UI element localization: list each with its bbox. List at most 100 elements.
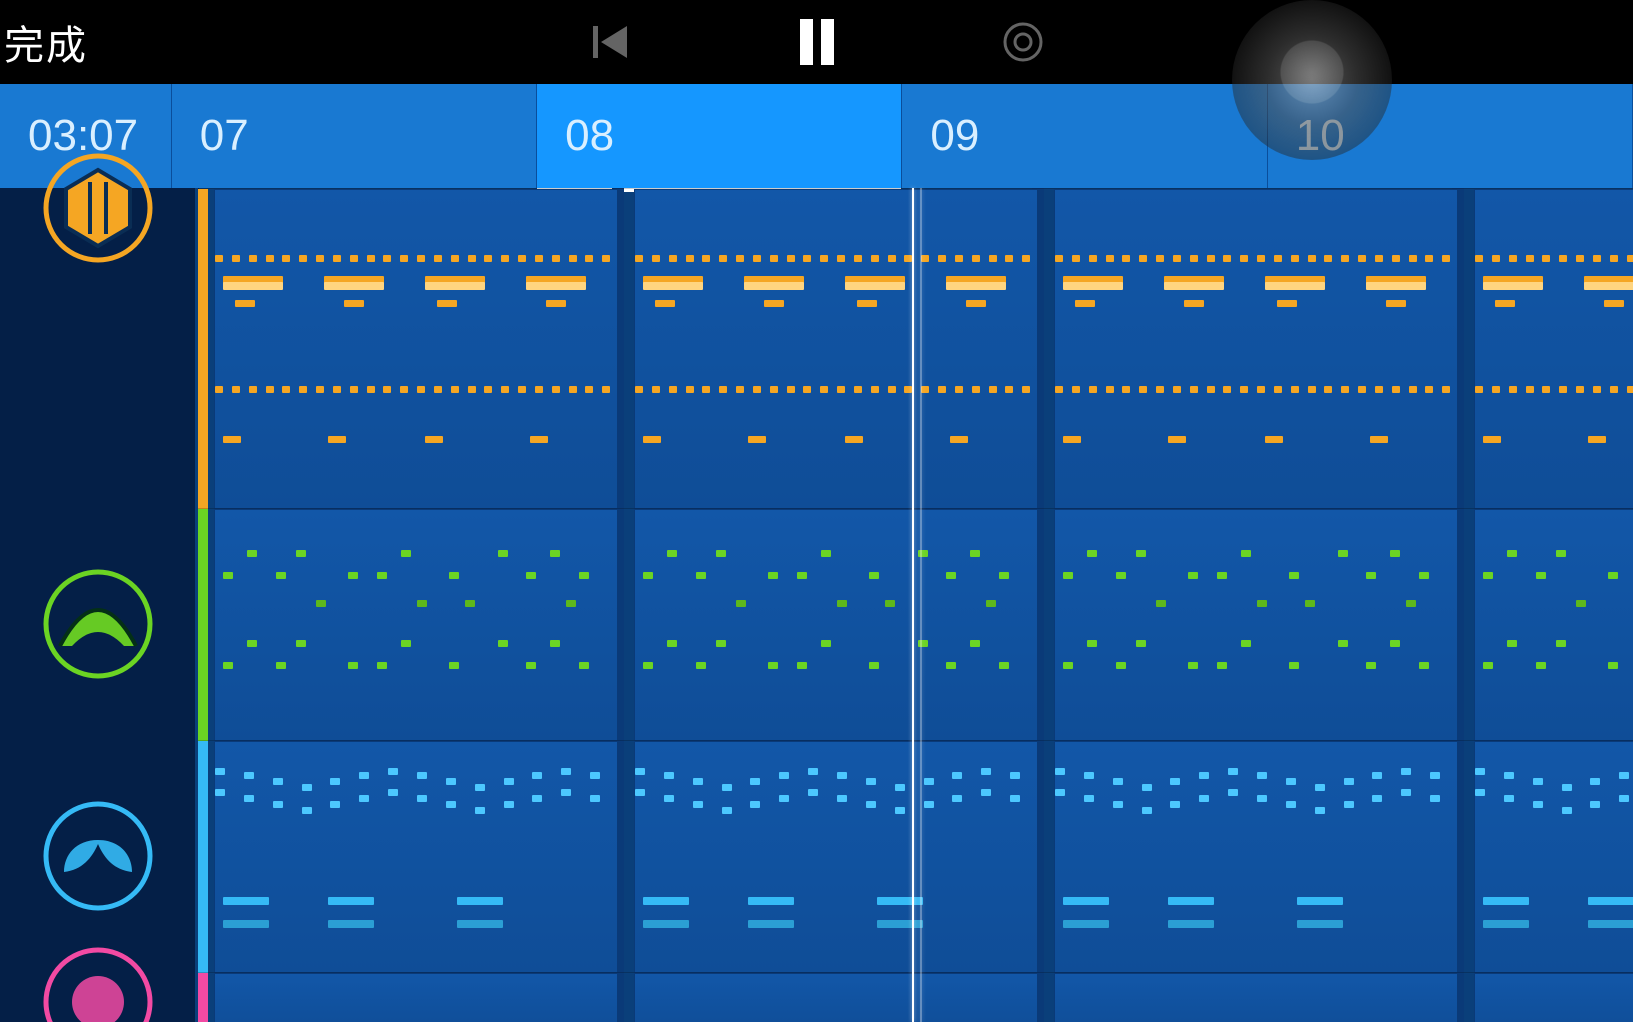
play-pause-button[interactable] bbox=[789, 14, 845, 70]
playhead[interactable] bbox=[912, 188, 914, 1022]
midi-note bbox=[1588, 920, 1633, 928]
midi-note bbox=[451, 255, 459, 262]
midi-note bbox=[686, 255, 694, 262]
midi-note bbox=[1156, 386, 1164, 393]
midi-note bbox=[1390, 550, 1400, 557]
midi-note bbox=[1063, 897, 1109, 905]
clip-region[interactable] bbox=[634, 189, 1038, 509]
record-button[interactable] bbox=[995, 14, 1051, 70]
midi-note bbox=[702, 386, 710, 393]
midi-note bbox=[367, 255, 375, 262]
midi-note bbox=[1430, 772, 1440, 779]
midi-note bbox=[585, 386, 593, 393]
midi-note bbox=[1492, 255, 1500, 262]
midi-note bbox=[1425, 255, 1433, 262]
midi-note bbox=[1536, 572, 1546, 579]
midi-note bbox=[273, 801, 283, 808]
midi-note bbox=[552, 386, 560, 393]
midi-note bbox=[750, 778, 760, 785]
midi-note bbox=[854, 255, 862, 262]
midi-note bbox=[316, 255, 324, 262]
midi-note bbox=[972, 255, 980, 262]
midi-note bbox=[955, 386, 963, 393]
clip-region[interactable] bbox=[1054, 509, 1458, 741]
midi-note bbox=[484, 255, 492, 262]
midi-note bbox=[1430, 795, 1440, 802]
midi-note bbox=[1425, 386, 1433, 393]
midi-note bbox=[1608, 662, 1618, 669]
clip-region[interactable] bbox=[1054, 973, 1458, 1022]
lane-vox[interactable] bbox=[198, 972, 1633, 1022]
midi-note bbox=[561, 768, 571, 775]
midi-note bbox=[719, 386, 727, 393]
midi-note bbox=[1593, 255, 1601, 262]
midi-note bbox=[1390, 640, 1400, 647]
midi-note bbox=[1055, 255, 1063, 262]
clip-region[interactable] bbox=[214, 741, 618, 973]
clip-region[interactable] bbox=[214, 509, 618, 741]
midi-note bbox=[696, 572, 706, 579]
bar-cell-09[interactable]: 09 bbox=[902, 84, 1267, 188]
midi-note bbox=[866, 801, 876, 808]
midi-note bbox=[667, 640, 677, 647]
midi-note bbox=[235, 300, 255, 307]
midi-note bbox=[1576, 600, 1586, 607]
midi-note bbox=[1588, 436, 1606, 443]
midi-note bbox=[585, 255, 593, 262]
midi-note bbox=[821, 640, 831, 647]
midi-note bbox=[1207, 255, 1215, 262]
midi-note bbox=[223, 572, 233, 579]
clip-region[interactable] bbox=[634, 509, 1038, 741]
track-header-column bbox=[0, 188, 198, 1022]
track-header-pad[interactable] bbox=[0, 740, 195, 972]
clip-region[interactable] bbox=[1054, 741, 1458, 973]
clip-region[interactable] bbox=[634, 973, 1038, 1022]
midi-note bbox=[877, 920, 923, 928]
arrangement-lanes[interactable] bbox=[198, 188, 1633, 1022]
midi-note bbox=[643, 920, 689, 928]
done-button[interactable]: 完成 bbox=[0, 13, 88, 71]
midi-note bbox=[1139, 386, 1147, 393]
midi-note bbox=[1184, 300, 1204, 307]
midi-note bbox=[1063, 436, 1081, 443]
midi-note bbox=[1305, 600, 1315, 607]
assistive-touch-button[interactable] bbox=[1232, 0, 1392, 160]
midi-note bbox=[468, 255, 476, 262]
midi-note bbox=[837, 795, 847, 802]
track-header-vox[interactable] bbox=[0, 972, 195, 1022]
midi-note bbox=[1588, 897, 1633, 905]
bar-cell-08[interactable]: 08 bbox=[537, 84, 902, 188]
midi-note bbox=[744, 282, 804, 290]
midi-note bbox=[296, 640, 306, 647]
midi-note bbox=[1308, 386, 1316, 393]
clip-region[interactable] bbox=[1474, 189, 1633, 509]
lane-drums[interactable] bbox=[198, 188, 1633, 509]
midi-note bbox=[803, 386, 811, 393]
midi-note bbox=[1526, 255, 1534, 262]
clip-region[interactable] bbox=[1054, 189, 1458, 509]
lane-pad[interactable] bbox=[198, 740, 1633, 973]
midi-note bbox=[276, 572, 286, 579]
track-header-drums[interactable] bbox=[0, 188, 195, 508]
midi-note bbox=[377, 662, 387, 669]
clip-region[interactable] bbox=[214, 189, 618, 509]
midi-note bbox=[1375, 386, 1383, 393]
clip-region[interactable] bbox=[634, 741, 1038, 973]
lane-synth[interactable] bbox=[198, 508, 1633, 741]
midi-note bbox=[1483, 436, 1501, 443]
midi-note bbox=[215, 768, 225, 775]
midi-note bbox=[330, 778, 340, 785]
midi-note bbox=[1401, 768, 1411, 775]
clip-region[interactable] bbox=[1474, 509, 1633, 741]
clip-region[interactable] bbox=[214, 973, 618, 1022]
clip-region[interactable] bbox=[1474, 973, 1633, 1022]
midi-note bbox=[955, 255, 963, 262]
bar-cell-07[interactable]: 07 bbox=[172, 84, 537, 188]
track-header-synth[interactable] bbox=[0, 508, 195, 740]
midi-note bbox=[1590, 801, 1600, 808]
rewind-button[interactable] bbox=[583, 14, 639, 70]
midi-note bbox=[1286, 801, 1296, 808]
midi-note bbox=[1297, 920, 1343, 928]
midi-note bbox=[579, 572, 589, 579]
clip-region[interactable] bbox=[1474, 741, 1633, 973]
